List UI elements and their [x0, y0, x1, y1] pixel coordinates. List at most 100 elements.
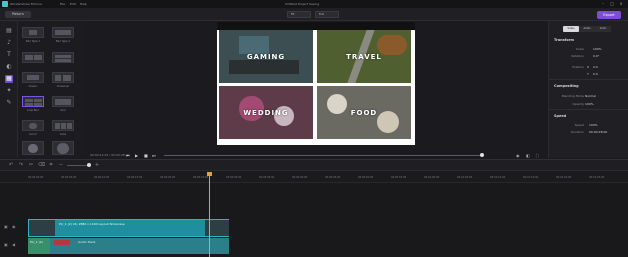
tab-audio[interactable]: Audio	[579, 26, 595, 32]
next-frame-icon[interactable]: ⏭	[152, 152, 156, 159]
ruler-tick: 00:00:50:00	[358, 176, 374, 179]
ruler-tick: 00:00:00:00	[28, 176, 44, 179]
ruler-tick: 00:00:55:00	[391, 176, 407, 179]
template-thumb[interactable]	[22, 72, 44, 83]
duration-value[interactable]: 00:00:28:00	[589, 130, 607, 134]
template-thumb[interactable]	[52, 52, 74, 63]
playhead[interactable]	[209, 172, 210, 257]
effects-icon[interactable]: ✦	[5, 87, 13, 95]
lock-icon[interactable]: ▣	[4, 224, 8, 229]
elements-icon[interactable]: ✎	[5, 99, 13, 107]
template-thumb[interactable]	[22, 52, 44, 63]
playback-scrubber[interactable]	[164, 155, 484, 156]
divider	[549, 79, 628, 80]
quality-value: Fit	[291, 12, 295, 16]
audio-clip-name: Audio Track	[78, 240, 96, 244]
titles-icon[interactable]: T	[5, 51, 13, 59]
snapshot-icon[interactable]: ◉	[516, 152, 520, 159]
template-thumb[interactable]	[52, 27, 74, 38]
volume-icon[interactable]: ◧	[526, 152, 530, 159]
prev-frame-icon[interactable]: ⏮	[126, 152, 130, 159]
template-thumb[interactable]	[52, 141, 74, 155]
stop-icon[interactable]: ■	[144, 152, 148, 159]
zoom-slider-handle[interactable]	[87, 163, 91, 167]
preview-tile-gaming[interactable]: GAMING	[219, 30, 313, 83]
ruler-tick: 00:00:35:00	[259, 176, 275, 179]
section-transform[interactable]: Transform	[554, 38, 574, 42]
preview-tile-wedding[interactable]: WEDDING	[219, 86, 313, 139]
eye-icon[interactable]: ◉	[12, 224, 16, 229]
template-label: Blur Type 1	[26, 40, 40, 43]
timecode: 00:00:12:25 / 00:00:28:00	[90, 153, 130, 157]
props-tabs: Video Audio Color	[563, 26, 611, 32]
x-label: X	[587, 65, 590, 69]
zoom-out-icon[interactable]: −	[58, 162, 64, 168]
menu-help[interactable]: Help	[80, 0, 87, 8]
section-speed[interactable]: Speed	[554, 114, 566, 118]
delete-icon[interactable]: ⌫	[38, 162, 45, 168]
scrubber-handle[interactable]	[480, 153, 484, 157]
ruler-tick: 00:01:10:00	[490, 176, 506, 179]
ruler-tick: 00:01:20:00	[556, 176, 572, 179]
preview-canvas[interactable]: GAMING TRAVEL WEDDING FOOD	[217, 22, 415, 145]
minimize-icon[interactable]: –	[600, 1, 606, 7]
split-icon[interactable]: ✂	[28, 162, 34, 168]
menu-file[interactable]: File	[60, 0, 65, 8]
fullscreen-icon[interactable]: ⛶	[536, 152, 539, 159]
ruler-tick: 00:00:20:00	[160, 176, 176, 179]
template-thumb[interactable]	[52, 72, 74, 83]
export-button[interactable]: Export	[597, 11, 621, 19]
template-label: Grid 2	[29, 133, 37, 136]
template-label: Crossover	[56, 85, 70, 88]
video-clip[interactable]: Pic_1 (2) 4K, 2880 x 1440 Layout Showcas…	[28, 219, 229, 237]
tab-video[interactable]: Video	[563, 26, 579, 32]
audio-clip[interactable]: Pic_1 (2) Audio Track	[28, 238, 229, 254]
template-thumb[interactable]	[22, 141, 44, 155]
tab-color[interactable]: Color	[595, 26, 611, 32]
layouts-icon[interactable]: ▦	[5, 75, 13, 83]
speed-label: Speed	[574, 123, 584, 127]
scale-label: Scale	[575, 47, 584, 51]
scale-value[interactable]: 100%	[593, 47, 602, 51]
x-value[interactable]: 0.0	[593, 65, 598, 69]
opacity-value[interactable]: 100%	[585, 102, 594, 106]
tile-label: TRAVEL	[346, 52, 382, 61]
track-header-audio: ▣ ◀	[0, 238, 26, 254]
blend-value[interactable]: Normal	[585, 94, 596, 98]
track-header-video: ▣ ◉	[0, 219, 26, 237]
template-thumb[interactable]	[22, 120, 44, 131]
menu-edit[interactable]: Edit	[70, 0, 76, 8]
back-button[interactable]: Return	[5, 11, 31, 18]
template-thumb-selected[interactable]	[22, 96, 44, 107]
template-thumb[interactable]	[52, 120, 74, 131]
timeline-ruler[interactable]: 00:00:00:00 00:00:05:00 00:00:10:00 00:0…	[0, 171, 628, 183]
rotation-value[interactable]: 0.0°	[593, 54, 599, 58]
lock-icon[interactable]: ▣	[4, 242, 8, 247]
media-icon[interactable]: ▤	[5, 27, 13, 35]
app-logo-icon	[2, 1, 8, 7]
y-value[interactable]: 0.0	[593, 72, 598, 76]
speed-value[interactable]: 100%	[589, 123, 598, 127]
audio-icon[interactable]: ♪	[5, 39, 13, 47]
playback-bar: 00:00:12:25 / 00:00:28:00 ⏮ ▶ ■ ⏭ ◉ ◧ ⛶	[82, 152, 548, 159]
undo-icon[interactable]: ↶	[8, 162, 14, 168]
speaker-icon[interactable]: ◀	[12, 242, 15, 247]
template-thumb[interactable]	[52, 96, 74, 107]
transitions-icon[interactable]: ◐	[5, 63, 13, 71]
play-icon[interactable]: ▶	[135, 152, 138, 159]
template-thumb[interactable]	[22, 27, 44, 38]
preview-tile-food[interactable]: FOOD	[317, 86, 411, 139]
zoom-in-icon[interactable]: +	[94, 162, 100, 168]
resolution-select[interactable]: Full	[315, 11, 339, 18]
tile-label: FOOD	[350, 108, 378, 117]
redo-icon[interactable]: ↷	[18, 162, 24, 168]
quality-select[interactable]: Fit	[287, 11, 311, 18]
section-compositing[interactable]: Compositing	[554, 84, 579, 88]
close-icon[interactable]: ×	[618, 1, 624, 7]
preview-tile-travel[interactable]: TRAVEL	[317, 30, 411, 83]
resolution-value: Full	[319, 12, 325, 16]
crop-icon[interactable]: ⌗	[48, 162, 54, 168]
clip-name: Pic_1 (2) 4K, 2880 x 1440 Layout Showcas…	[59, 222, 125, 226]
maximize-icon[interactable]: □	[609, 1, 615, 7]
blend-label: Blending Mode	[561, 94, 584, 98]
